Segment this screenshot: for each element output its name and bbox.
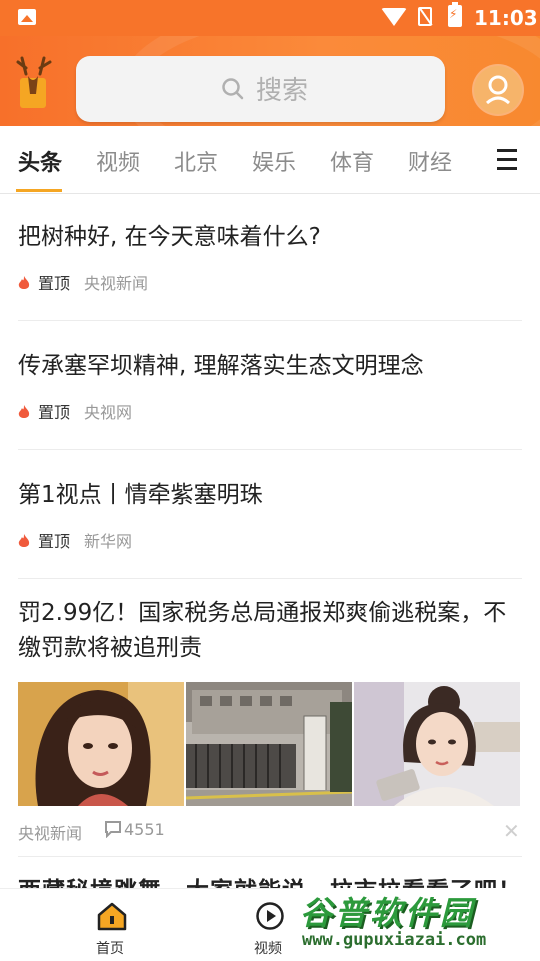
news-title: 第1视点丨情牵紫塞明珠: [18, 482, 263, 508]
deer-logo-icon: [16, 56, 52, 108]
channel-menu-icon[interactable]: [497, 149, 517, 170]
news-image[interactable]: [18, 682, 184, 806]
news-source: 央视新闻: [18, 824, 83, 843]
news-item[interactable]: 第1视点丨情牵紫塞明珠 置顶 新华网: [18, 450, 522, 579]
news-title: 传承塞罕坝精神, 理解落实生态文明理念: [18, 353, 424, 379]
comment-count[interactable]: 4551: [104, 820, 165, 839]
play-circle-icon: [256, 902, 284, 930]
flame-icon: [18, 534, 30, 547]
news-item[interactable]: 传承塞罕坝精神, 理解落实生态文明理念 置顶 央视网: [18, 321, 522, 450]
tax-bureau-gate-photo: [186, 682, 352, 806]
pinned-label: 置顶: [38, 274, 71, 293]
home-icon: [97, 902, 127, 931]
no-sim-icon: [418, 7, 432, 26]
pinned-label: 置顶: [38, 403, 71, 422]
news-title: 把树种好, 在今天意味着什么?: [18, 224, 321, 250]
nav-video-label[interactable]: 视频: [254, 938, 282, 958]
news-title-line-2: 缴罚款将被追刑责: [18, 635, 202, 661]
wifi-icon: [381, 8, 407, 26]
portrait-photo: [18, 682, 184, 806]
flame-icon: [18, 276, 30, 289]
user-avatar-button[interactable]: [474, 66, 522, 114]
tab-beijing[interactable]: 北京: [174, 145, 218, 177]
news-image-strip: [18, 682, 522, 806]
flame-icon: [18, 405, 30, 418]
dismiss-icon[interactable]: ✕: [503, 819, 520, 843]
tab-video[interactable]: 视频: [96, 145, 140, 177]
news-meta: 置顶 央视新闻: [18, 270, 148, 294]
battery-charging-icon: [448, 2, 462, 27]
news-meta: 置顶 新华网: [18, 528, 132, 552]
tab-finance[interactable]: 财经: [408, 145, 452, 177]
news-source: 央视新闻: [84, 274, 149, 293]
news-source: 新华网: [84, 532, 133, 551]
status-time: 11:03: [474, 6, 538, 30]
app-header: 搜索: [0, 36, 540, 126]
nav-home-label[interactable]: 首页: [96, 938, 124, 958]
news-meta: 置顶 央视网: [18, 399, 132, 423]
news-title-line-1: 罚2.99亿！国家税务总局通报郑爽偷逃税案，不: [18, 600, 507, 626]
news-image[interactable]: [186, 682, 352, 806]
news-source: 央视网: [84, 403, 133, 422]
watermark-url: www.gupuxiazai.com: [302, 930, 487, 950]
search-icon: [222, 78, 244, 100]
watermark-brand: 谷普软件园: [300, 894, 476, 932]
watermark-logo: 谷普软件园 www.gupuxiazai.com: [296, 888, 540, 960]
woman-with-phone-photo: [354, 682, 520, 806]
news-item[interactable]: 把树种好, 在今天意味着什么? 置顶 央视新闻: [18, 194, 522, 321]
search-bar[interactable]: 搜索: [76, 56, 445, 122]
channel-tabs: 头条 视频 北京 娱乐 体育 财经: [0, 126, 540, 194]
tab-entertainment[interactable]: 娱乐: [252, 145, 296, 177]
tab-headlines[interactable]: 头条: [18, 145, 62, 177]
comment-icon: [105, 821, 121, 839]
active-tab-indicator: [16, 189, 62, 192]
user-icon: [485, 75, 511, 105]
pinned-label: 置顶: [38, 532, 71, 551]
search-placeholder: 搜索: [256, 76, 309, 106]
news-image[interactable]: [354, 682, 520, 806]
status-bar: 11:03: [0, 0, 540, 36]
tab-sports[interactable]: 体育: [330, 145, 374, 177]
image-notification-icon: [18, 9, 36, 25]
